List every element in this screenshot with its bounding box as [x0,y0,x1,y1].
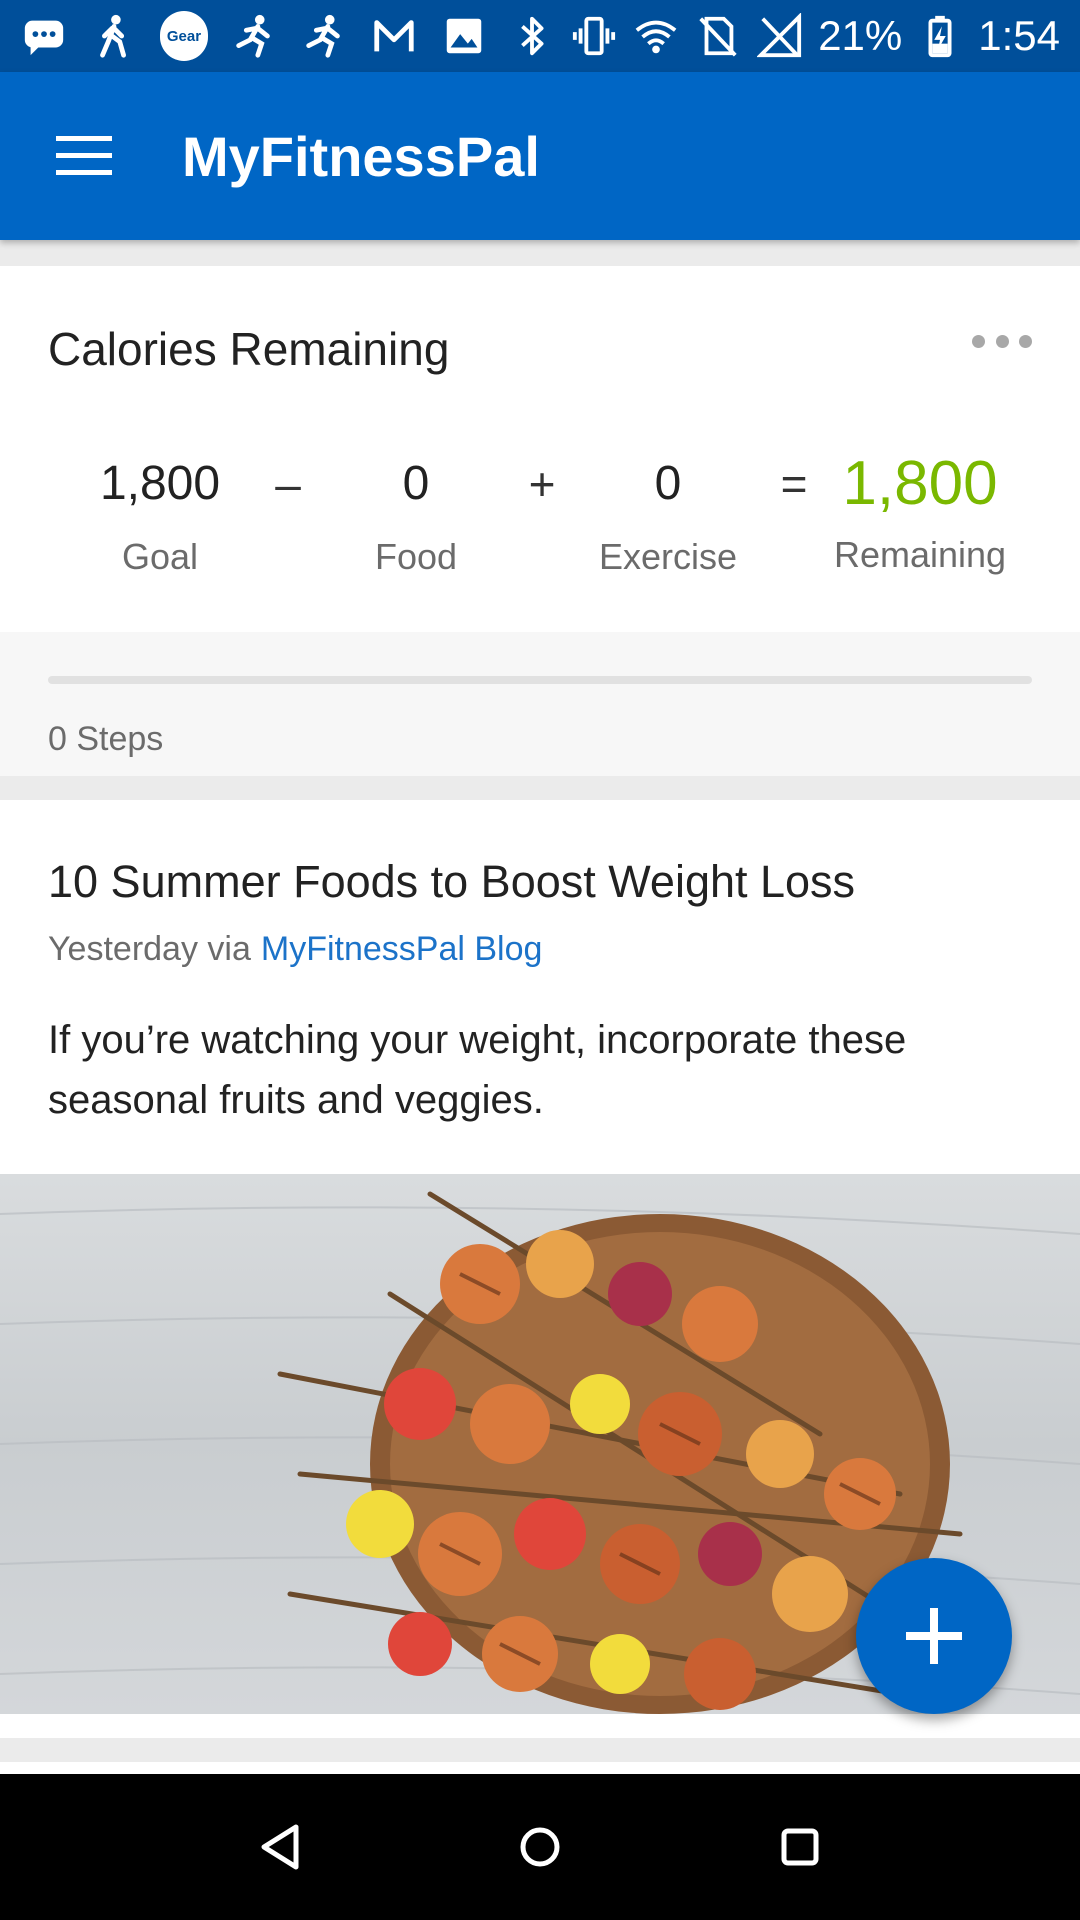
steps-progress-bar [48,676,1032,684]
bluetooth-icon [508,12,556,60]
screen: Gear 21% 1:54 MyFitnessPal Calories Rema… [0,0,1080,1920]
recents-square-icon [781,1828,819,1866]
next-card [0,1762,1080,1774]
article-summary: If you’re watching your weight, incorpor… [48,1018,907,1122]
messages-icon [20,12,68,60]
exercise-column: 0 Exercise [558,442,778,578]
home-button[interactable] [490,1797,590,1897]
add-entry-button[interactable] [856,1558,1012,1714]
plus-icon [906,1608,962,1664]
status-bar: Gear 21% 1:54 [0,0,1080,72]
gear-label: Gear [160,11,208,61]
more-dot-icon [1019,334,1032,348]
gallery-icon [440,12,488,60]
battery-charging-icon [916,12,964,60]
running-icon-2 [300,12,348,60]
remaining-value: 1,800 [842,449,998,518]
article-source-link[interactable]: MyFitnessPal Blog [261,930,543,968]
home-circle-icon [520,1827,560,1867]
notification-icons: Gear [20,11,488,61]
calorie-equation: 1,800 Goal – 0 Food + 0 Exercise = 1,800… [0,442,1080,582]
steps-label: 0 Steps [48,720,164,758]
more-dot-icon [972,334,985,348]
back-triangle-icon [261,1824,299,1870]
goal-value: 1,800 [99,457,221,510]
app-title: MyFitnessPal [182,124,540,188]
article-date: Yesterday via [48,930,251,968]
battery-percent: 21% [818,12,903,59]
vibrate-icon [570,12,618,60]
signal-icon [756,12,804,60]
system-icons: 21% 1:54 [508,12,1060,60]
remaining-label: Remaining [833,534,1007,575]
food-value: 0 [402,457,430,510]
article-meta: Yesterday via MyFitnessPal Blog [48,930,542,969]
food-label: Food [374,536,458,577]
no-sim-icon [694,12,742,60]
hamburger-icon [56,136,112,175]
exercise-value: 0 [654,457,682,510]
food-column: 0 Food [306,442,526,578]
back-button[interactable] [230,1797,330,1897]
menu-button[interactable] [0,72,168,240]
wifi-icon [632,12,680,60]
gmail-icon [370,12,418,60]
clock: 1:54 [978,12,1060,59]
remaining-column: 1,800 Remaining [810,442,1030,576]
more-options-button[interactable] [972,326,1032,356]
gear-app-icon: Gear [160,11,208,61]
exercise-label: Exercise [598,536,738,577]
steps-section[interactable]: 0 Steps [0,632,1080,776]
calories-header: Calories Remaining [48,323,450,375]
recents-button[interactable] [750,1797,850,1897]
running-icon [230,12,278,60]
app-bar: MyFitnessPal [0,72,1080,240]
walking-icon [90,12,138,60]
article-title[interactable]: 10 Summer Foods to Boost Weight Loss [48,856,855,908]
system-nav-bar [0,1774,1080,1920]
calories-card[interactable]: Calories Remaining 1,800 Goal – 0 Food +… [0,266,1080,776]
goal-column: 1,800 Goal [50,442,270,578]
goal-label: Goal [121,536,199,577]
more-dot-icon [995,334,1009,348]
